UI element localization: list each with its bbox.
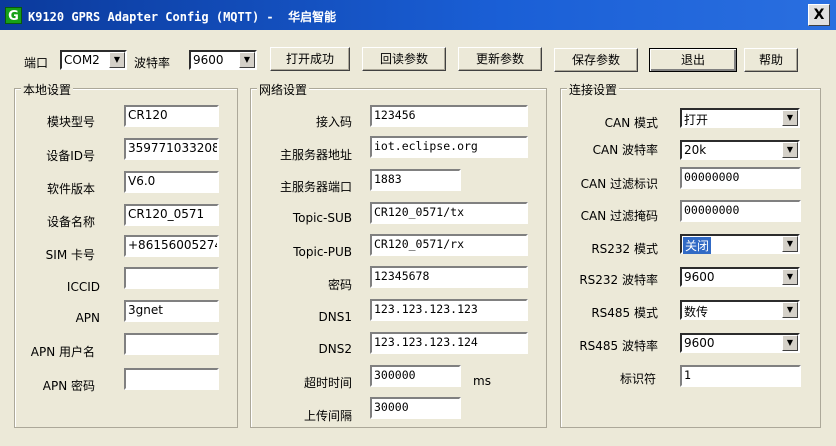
rs232-baud-select[interactable]: 9600 ▼ <box>680 267 800 287</box>
port-select-value: COM2 <box>64 53 100 67</box>
chevron-down-icon[interactable]: ▼ <box>782 302 798 318</box>
upload-interval-label: 上传间隔 <box>303 409 352 423</box>
help-button[interactable]: 帮助 <box>744 48 798 72</box>
chevron-down-icon[interactable]: ▼ <box>782 236 798 252</box>
port-select[interactable]: COM2 ▼ <box>60 50 127 70</box>
can-filter-id-label: CAN 过滤标识 <box>580 177 658 191</box>
close-button[interactable]: X <box>808 4 830 26</box>
rs232-mode-select[interactable]: 关闭 ▼ <box>680 234 800 254</box>
apn-password-field[interactable] <box>124 368 219 390</box>
rs485-mode-value: 数传 <box>684 305 709 319</box>
password-label: 密码 <box>327 278 352 292</box>
model-label: 模块型号 <box>46 115 95 129</box>
rs485-baud-label: RS485 波特率 <box>579 339 658 353</box>
dns1-field[interactable]: 123.123.123.123 <box>370 299 528 321</box>
identifier-field[interactable]: 1 <box>680 365 801 387</box>
apn-user-label: APN 用户名 <box>30 345 95 359</box>
can-mode-label: CAN 模式 <box>604 116 658 130</box>
iccid-label: ICCID <box>66 280 100 294</box>
read-params-button[interactable]: 回读参数 <box>362 47 446 71</box>
access-code-label: 接入码 <box>315 115 352 129</box>
chevron-down-icon[interactable]: ▼ <box>782 142 798 158</box>
apn-label: APN <box>75 311 100 325</box>
model-field[interactable]: CR120 <box>124 105 219 127</box>
port-label: 端口 <box>24 56 49 70</box>
rs485-mode-select[interactable]: 数传 ▼ <box>680 300 800 320</box>
version-field[interactable]: V6.0 <box>124 171 219 193</box>
save-params-button[interactable]: 保存参数 <box>554 48 638 72</box>
local-settings-title: 本地设置 <box>21 81 74 98</box>
can-filter-mask-field[interactable]: 00000000 <box>680 200 801 222</box>
rs232-baud-label: RS232 波特率 <box>579 273 658 287</box>
rs485-baud-value: 9600 <box>684 336 715 350</box>
upload-interval-field[interactable]: 30000 <box>370 397 461 419</box>
can-baud-value: 20k <box>684 143 707 157</box>
apn-field[interactable]: 3gnet <box>124 300 219 322</box>
can-mode-select[interactable]: 打开 ▼ <box>680 108 800 128</box>
chevron-down-icon[interactable]: ▼ <box>782 269 798 285</box>
identifier-label: 标识符 <box>619 372 656 386</box>
open-port-button[interactable]: 打开成功 <box>270 47 350 71</box>
chevron-down-icon[interactable]: ▼ <box>239 52 255 68</box>
sim-label: SIM 卡号 <box>45 248 95 262</box>
can-filter-mask-label: CAN 过滤掩码 <box>580 209 658 223</box>
topic-sub-field[interactable]: CR120_0571/tx <box>370 202 528 224</box>
apn-password-label: APN 密码 <box>42 379 95 393</box>
apn-user-field[interactable] <box>124 333 219 355</box>
topic-sub-label: Topic-SUB <box>292 211 352 225</box>
chevron-down-icon[interactable]: ▼ <box>109 52 125 68</box>
dns1-label: DNS1 <box>318 310 352 324</box>
dns2-field[interactable]: 123.123.123.124 <box>370 332 528 354</box>
update-params-button[interactable]: 更新参数 <box>458 47 542 71</box>
rs485-baud-select[interactable]: 9600 ▼ <box>680 333 800 353</box>
device-id-field[interactable]: 3597710332083 <box>124 138 219 160</box>
can-mode-value: 打开 <box>684 113 709 127</box>
server-address-field[interactable]: iot.eclipse.org <box>370 136 528 158</box>
connection-settings-title: 连接设置 <box>567 81 620 98</box>
device-id-label: 设备ID号 <box>46 149 95 163</box>
timeout-unit: ms <box>473 374 491 388</box>
topic-pub-field[interactable]: CR120_0571/rx <box>370 234 528 256</box>
can-baud-select[interactable]: 20k ▼ <box>680 140 800 160</box>
password-field[interactable]: 12345678 <box>370 266 528 288</box>
device-name-field[interactable]: CR120_0571 <box>124 204 219 226</box>
title-bar[interactable]: G K9120 GPRS Adapter Config (MQTT) - 华启智… <box>0 0 836 30</box>
iccid-field[interactable] <box>124 267 219 289</box>
app-icon: G <box>5 7 22 24</box>
timeout-field[interactable]: 300000 <box>370 365 461 387</box>
topic-pub-label: Topic-PUB <box>293 245 352 259</box>
baud-label: 波特率 <box>134 56 171 70</box>
timeout-label: 超时时间 <box>303 376 352 390</box>
sim-field[interactable]: +861560052746 <box>124 235 219 257</box>
window-title: K9120 GPRS Adapter Config (MQTT) - 华启智能 <box>28 10 337 24</box>
chevron-down-icon[interactable]: ▼ <box>782 110 798 126</box>
rs232-baud-value: 9600 <box>684 270 715 284</box>
baud-select-value: 9600 <box>193 53 224 67</box>
server-address-label: 主服务器地址 <box>279 148 352 162</box>
server-port-field[interactable]: 1883 <box>370 169 461 191</box>
network-settings-title: 网络设置 <box>257 81 310 98</box>
version-label: 软件版本 <box>46 182 95 196</box>
device-name-label: 设备名称 <box>46 215 95 229</box>
dns2-label: DNS2 <box>318 342 352 356</box>
server-port-label: 主服务器端口 <box>279 180 352 194</box>
can-baud-label: CAN 波特率 <box>592 143 658 157</box>
chevron-down-icon[interactable]: ▼ <box>782 335 798 351</box>
rs232-mode-value: 关闭 <box>683 237 712 254</box>
rs232-mode-label: RS232 模式 <box>591 242 658 256</box>
access-code-field[interactable]: 123456 <box>370 105 528 127</box>
rs485-mode-label: RS485 模式 <box>591 306 658 320</box>
exit-button[interactable]: 退出 <box>649 48 737 72</box>
baud-select[interactable]: 9600 ▼ <box>189 50 257 70</box>
can-filter-id-field[interactable]: 00000000 <box>680 167 801 189</box>
